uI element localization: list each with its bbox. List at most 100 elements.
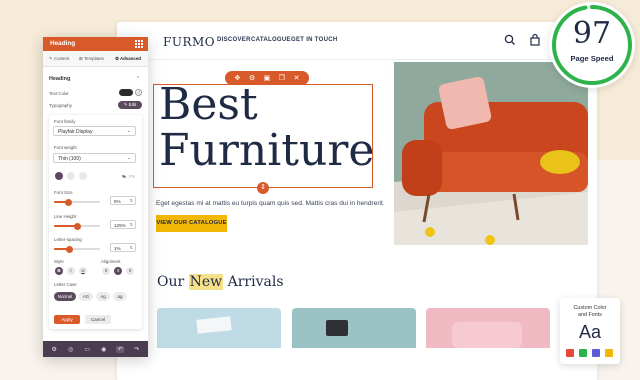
site-logo[interactable]: FURMO: [163, 35, 215, 49]
arrivals-suffix: Arrivals: [223, 274, 284, 290]
settings-icon[interactable]: ⚙: [50, 346, 58, 353]
case-uppercase-button[interactable]: AG: [79, 292, 93, 301]
color-swatch-red: [566, 349, 574, 357]
website-preview: FURMO DISCOVER CATALOGUE GET IN TOUCH ✥ …: [117, 22, 597, 380]
product-card-1[interactable]: [157, 308, 281, 348]
reset-color-icon[interactable]: ↺: [135, 89, 142, 96]
page-speed-score: 97: [572, 16, 612, 51]
align-left-icon[interactable]: ≡: [102, 267, 110, 275]
line-height-label: Line Height: [54, 214, 77, 219]
chevron-up-icon[interactable]: ⌃: [136, 76, 140, 82]
view-catalogue-button[interactable]: VIEW OUR CATALOGUE: [156, 215, 227, 232]
letter-case-label: Letter Case: [54, 282, 77, 287]
page-speed-badge: 97 Page Speed: [549, 2, 635, 88]
typography-label: Typography: [49, 103, 72, 108]
panel-header: Heading: [43, 37, 148, 51]
underline-button[interactable]: U: [79, 267, 87, 275]
letter-spacing-slider-knob: [66, 245, 73, 253]
letter-spacing-slider[interactable]: [54, 245, 100, 253]
case-capitalize-button[interactable]: Ag: [96, 292, 110, 301]
chevron-down-icon: ⌄: [126, 128, 131, 134]
font-size-input[interactable]: 5% ⇅: [110, 196, 136, 205]
font-sample: Aa: [578, 322, 602, 342]
text-color-label: Text Color: [49, 91, 69, 96]
arrivals-prefix: Our: [157, 274, 189, 290]
italic-button[interactable]: I: [67, 267, 75, 275]
delete-icon[interactable]: ✕: [293, 75, 300, 82]
line-height-slider-knob: [74, 222, 81, 230]
hero-heading-line2: Furniture: [159, 125, 375, 176]
stepper-icon: ⇅: [129, 245, 133, 250]
tab-content[interactable]: ✎ Content: [49, 56, 69, 62]
undo-icon[interactable]: ↶: [116, 345, 125, 353]
alignment-label: Alignment: [101, 259, 121, 264]
panel-footer-toolbar: ⚙ ◎ ▭ ◉ ↶ ↷: [43, 341, 148, 357]
style-label: Style: [54, 259, 64, 264]
hero-heading[interactable]: Best Furniture: [159, 82, 374, 174]
search-icon[interactable]: [503, 33, 517, 47]
typography-edit-button[interactable]: ✎ Edit: [118, 101, 142, 109]
text-color-swatch[interactable]: [119, 89, 133, 96]
mobile-device-icon[interactable]: [79, 172, 87, 180]
section-heading-title[interactable]: Heading: [49, 76, 70, 82]
fonts-card-title-line1: Custom Color: [573, 305, 607, 311]
new-arrivals-heading: Our New Arrivals: [157, 274, 284, 290]
grid-menu-icon[interactable]: [135, 40, 143, 48]
chevron-down-icon: ⌄: [126, 155, 131, 161]
font-family-select[interactable]: Playfair Display ⌄: [53, 126, 136, 136]
stepper-icon: ⇅: [129, 222, 133, 227]
tab-advanced[interactable]: ⚙ Advanced: [115, 56, 141, 62]
cancel-button[interactable]: Cancel: [85, 315, 111, 324]
stepper-icon: ⇅: [129, 198, 133, 203]
layers-icon[interactable]: ◎: [67, 346, 75, 353]
fonts-card-title: Custom Color and Fonts: [560, 305, 620, 319]
tablet-device-icon[interactable]: [67, 172, 75, 180]
shopping-bag-icon[interactable]: [528, 33, 542, 47]
align-right-icon[interactable]: ≡: [126, 267, 134, 275]
panel-title: Heading: [50, 40, 76, 47]
font-size-label: Font Size: [54, 190, 73, 195]
color-swatch-green: [579, 349, 587, 357]
nav-link-get-in-touch[interactable]: GET IN TOUCH: [291, 37, 338, 43]
unit-percent-toggle[interactable]: %: [122, 174, 126, 179]
font-weight-select[interactable]: Thin (100) ⌄: [53, 153, 136, 163]
site-navbar: FURMO DISCOVER CATALOGUE GET IN TOUCH: [117, 22, 597, 60]
letter-spacing-input[interactable]: 1% ⇅: [110, 243, 136, 252]
duplicate-icon[interactable]: ❐: [278, 75, 285, 82]
hero-image-sofa: [394, 62, 588, 245]
line-height-input[interactable]: 125% ⇅: [110, 220, 136, 229]
fonts-card-title-line2: and Fonts: [578, 312, 602, 318]
preview-eye-icon[interactable]: ◉: [100, 346, 108, 353]
nav-link-catalogue[interactable]: CATALOGUE: [251, 37, 291, 43]
save-icon[interactable]: ▣: [263, 75, 271, 82]
product-card-3[interactable]: [426, 308, 550, 348]
arrivals-highlight: New: [188, 274, 224, 290]
case-normal-button[interactable]: Normal: [54, 292, 76, 301]
bold-button[interactable]: B: [55, 267, 63, 275]
redo-icon[interactable]: ↷: [133, 346, 141, 353]
color-swatch-yellow: [605, 349, 613, 357]
panel-tabs: ✎ Content ⊞ Templates ⚙ Advanced: [43, 51, 148, 67]
font-family-label: Font family: [54, 119, 76, 124]
letter-spacing-label: Letter-spacing: [54, 237, 82, 242]
hero-heading-line1: Best: [159, 79, 258, 130]
tab-templates[interactable]: ⊞ Templates: [79, 56, 104, 62]
line-height-slider[interactable]: [54, 222, 100, 230]
unit-px-toggle[interactable]: PX: [129, 174, 135, 179]
hero-description: Eget egestas mi at mattis eu turpis quam…: [156, 200, 385, 207]
editor-panel: Heading ✎ Content ⊞ Templates ⚙ Advanced…: [43, 37, 148, 357]
case-lowercase-button[interactable]: ag: [113, 292, 127, 301]
desktop-device-icon[interactable]: [55, 172, 63, 180]
page-speed-label: Page Speed: [570, 54, 614, 63]
font-size-slider[interactable]: [54, 198, 100, 206]
nav-link-discover[interactable]: DISCOVER: [217, 37, 251, 43]
product-card-2[interactable]: [292, 308, 416, 348]
custom-color-fonts-card: Custom Color and Fonts Aa: [560, 298, 620, 364]
responsive-icon[interactable]: ▭: [83, 346, 91, 353]
align-center-icon[interactable]: ≡: [114, 267, 122, 275]
color-swatch-blue: [592, 349, 600, 357]
resize-handle-icon[interactable]: ⇕: [257, 182, 269, 194]
font-weight-label: Font weight: [54, 145, 77, 150]
apply-button[interactable]: Apply: [54, 315, 80, 324]
font-size-slider-knob: [65, 198, 72, 206]
